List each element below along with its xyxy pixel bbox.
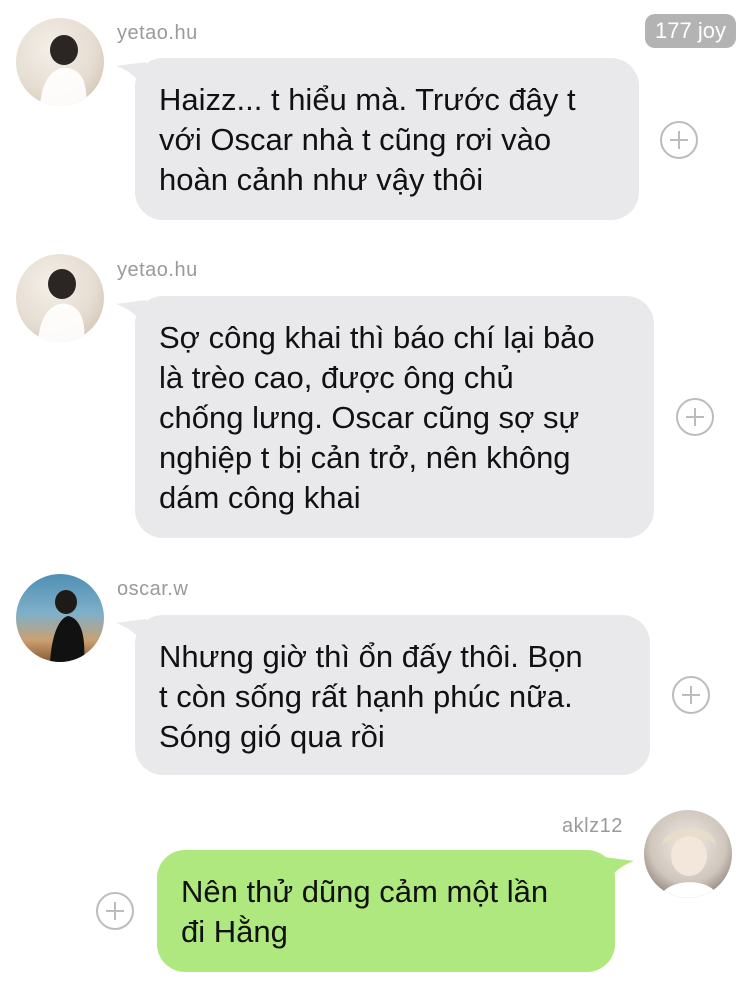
add-reaction-icon[interactable] bbox=[96, 892, 134, 930]
avatar-aklz12[interactable] bbox=[644, 810, 732, 898]
sender-name: yetao.hu bbox=[117, 22, 198, 44]
add-reaction-icon[interactable] bbox=[660, 121, 698, 159]
sender-name: yetao.hu bbox=[117, 259, 198, 281]
avatar-yetao[interactable] bbox=[16, 18, 104, 106]
add-reaction-icon[interactable] bbox=[676, 398, 714, 436]
message-bubble: Haizz... t hiểu mà. Trước đây t với Osca… bbox=[135, 58, 639, 220]
message-bubble: Nhưng giờ thì ổn đấy thôi. Bọn t còn sốn… bbox=[135, 615, 650, 775]
sender-name: aklz12 bbox=[562, 815, 623, 837]
sender-name: oscar.w bbox=[117, 578, 189, 600]
avatar-yetao[interactable] bbox=[16, 254, 104, 342]
message-bubble: Nên thử dũng cảm một lần đi Hằng bbox=[157, 850, 615, 972]
avatar-oscar[interactable] bbox=[16, 574, 104, 662]
chat-view: 177 joy yetao.hu Haizz... t hiểu mà. Trư… bbox=[0, 0, 750, 995]
add-reaction-icon[interactable] bbox=[672, 676, 710, 714]
message-bubble: Sợ công khai thì báo chí lại bảo là trèo… bbox=[135, 296, 654, 538]
count-badge: 177 joy bbox=[645, 14, 736, 48]
